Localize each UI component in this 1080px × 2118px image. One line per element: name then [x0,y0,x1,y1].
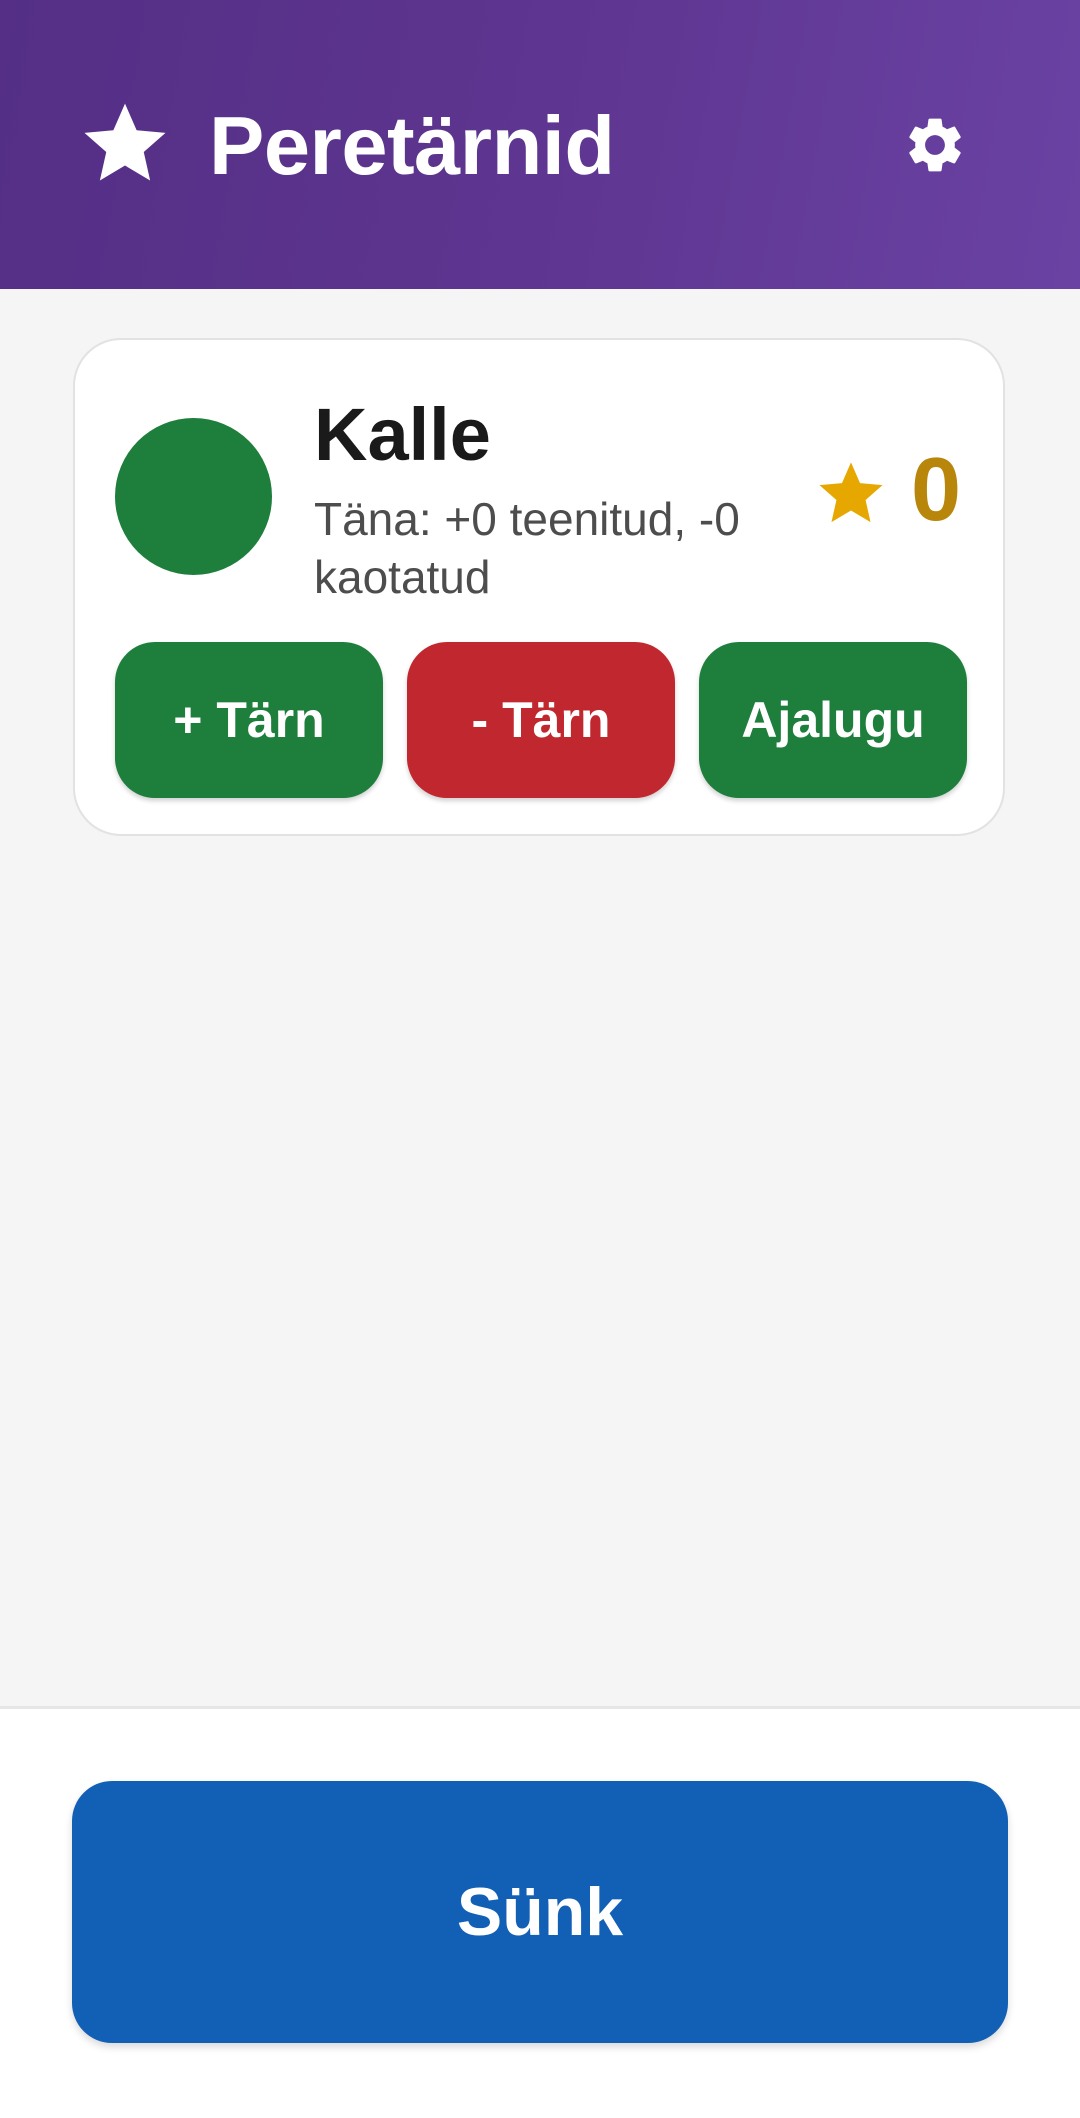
star-icon [819,462,883,523]
star-icon [84,103,166,181]
remove-star-button[interactable]: - Tärn [407,642,675,798]
history-button[interactable]: Ajalugu [699,642,967,798]
app-title: Peretärnid [209,99,615,192]
child-name: Kalle [314,393,491,476]
bottom-bar: Sünk [0,1706,1080,2118]
app-bar: Peretärnid [0,0,1080,289]
star-count: 0 [911,440,962,540]
add-star-button[interactable]: + Tärn [115,642,383,798]
child-card: Kalle Täna: +0 teenitud, -0 kaotatud 0 +… [73,338,1005,836]
gear-icon[interactable] [902,112,968,178]
sync-button[interactable]: Sünk [72,1781,1008,2043]
today-summary: Täna: +0 teenitud, -0 kaotatud [314,493,740,603]
avatar [115,418,272,575]
